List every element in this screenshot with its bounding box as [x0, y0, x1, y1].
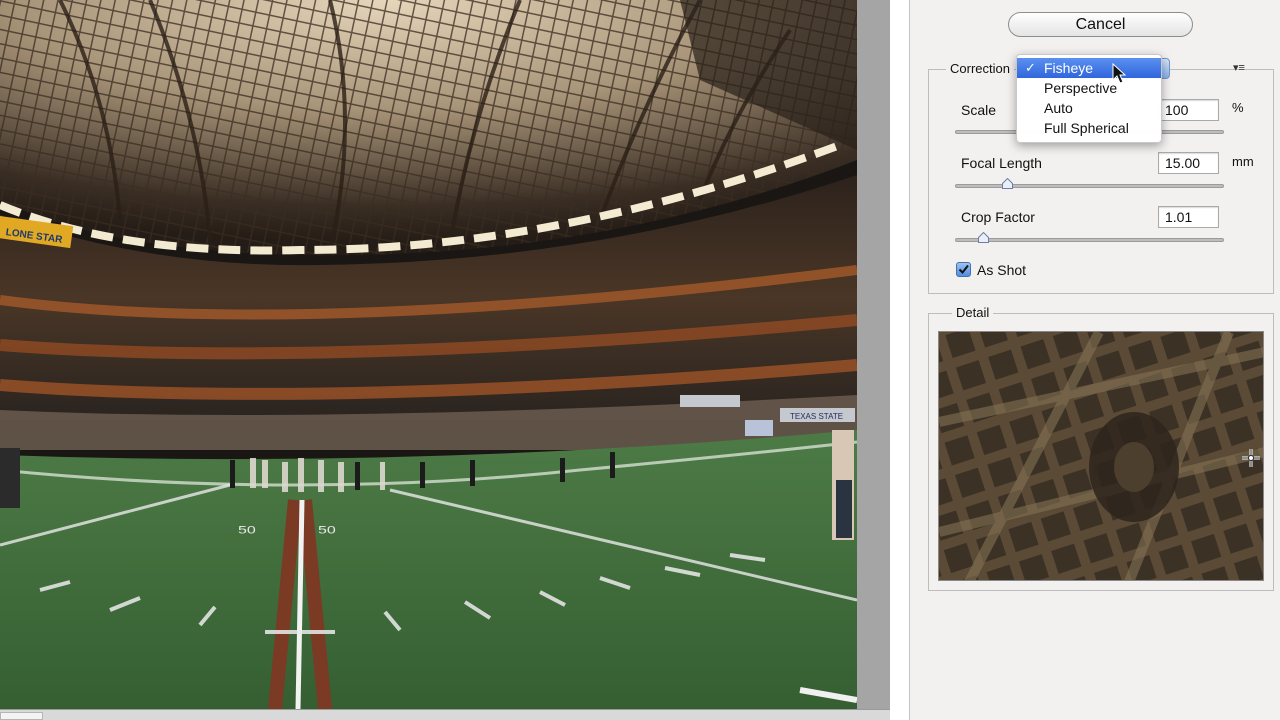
correction-label: Correction [946, 61, 1014, 76]
scale-unit: % [1232, 100, 1244, 115]
checkmark-icon [958, 264, 969, 275]
zoom-field[interactable] [0, 712, 43, 720]
menu-item-fisheye[interactable]: ✓ Fisheye [1017, 58, 1161, 78]
menu-item-label: Fisheye [1044, 60, 1094, 76]
menu-item-label: Auto [1044, 100, 1073, 116]
scale-field[interactable]: 100 [1158, 99, 1219, 121]
yard-number-left: 50 [238, 523, 256, 536]
stadium-sign-text: TEXAS STATE [790, 412, 843, 421]
flyout-menu-icon[interactable]: ▾≡ [1233, 61, 1245, 74]
preview-bottom-bar [0, 709, 890, 720]
focal-length-slider[interactable] [955, 184, 1224, 188]
lens-correction-panel: Cancel Correction ▾≡ Scale 100 % Focal L… [910, 0, 1280, 720]
detail-label: Detail [952, 305, 994, 320]
crosshair-cursor-icon [1242, 449, 1260, 467]
image-preview[interactable]: LONE STAR 50 50 TEXAS STATE [0, 0, 857, 709]
scale-label: Scale [961, 102, 997, 118]
cancel-button[interactable]: Cancel [1008, 12, 1193, 37]
menu-item-perspective[interactable]: Perspective [1017, 78, 1161, 98]
panel-gap [890, 0, 910, 720]
menu-item-label: Full Spherical [1044, 120, 1129, 136]
yard-number-right: 50 [318, 523, 336, 536]
selected-check-icon: ✓ [1025, 60, 1036, 75]
preview-scroll-gutter [857, 0, 890, 720]
stadium-photo: LONE STAR 50 50 TEXAS STATE [0, 0, 857, 709]
focal-length-label: Focal Length [961, 155, 1042, 171]
detail-loupe-image[interactable] [938, 331, 1264, 581]
menu-item-label: Perspective [1044, 80, 1118, 96]
crop-factor-slider[interactable] [955, 238, 1224, 242]
focal-length-field[interactable]: 15.00 [1158, 152, 1219, 174]
focal-length-slider-thumb[interactable] [1002, 178, 1013, 189]
crop-factor-slider-thumb[interactable] [978, 232, 989, 243]
correction-dropdown-menu: ✓ Fisheye Perspective Auto Full Spherica… [1016, 54, 1162, 143]
focal-length-unit: mm [1232, 154, 1254, 169]
crop-factor-label: Crop Factor [961, 209, 1035, 225]
crop-factor-field[interactable]: 1.01 [1158, 206, 1219, 228]
as-shot-label: As Shot [977, 262, 1027, 278]
menu-item-auto[interactable]: Auto [1017, 98, 1161, 118]
mouse-pointer-icon [1112, 63, 1127, 84]
menu-item-full-spherical[interactable]: Full Spherical [1017, 118, 1161, 138]
as-shot-checkbox[interactable] [956, 262, 971, 277]
